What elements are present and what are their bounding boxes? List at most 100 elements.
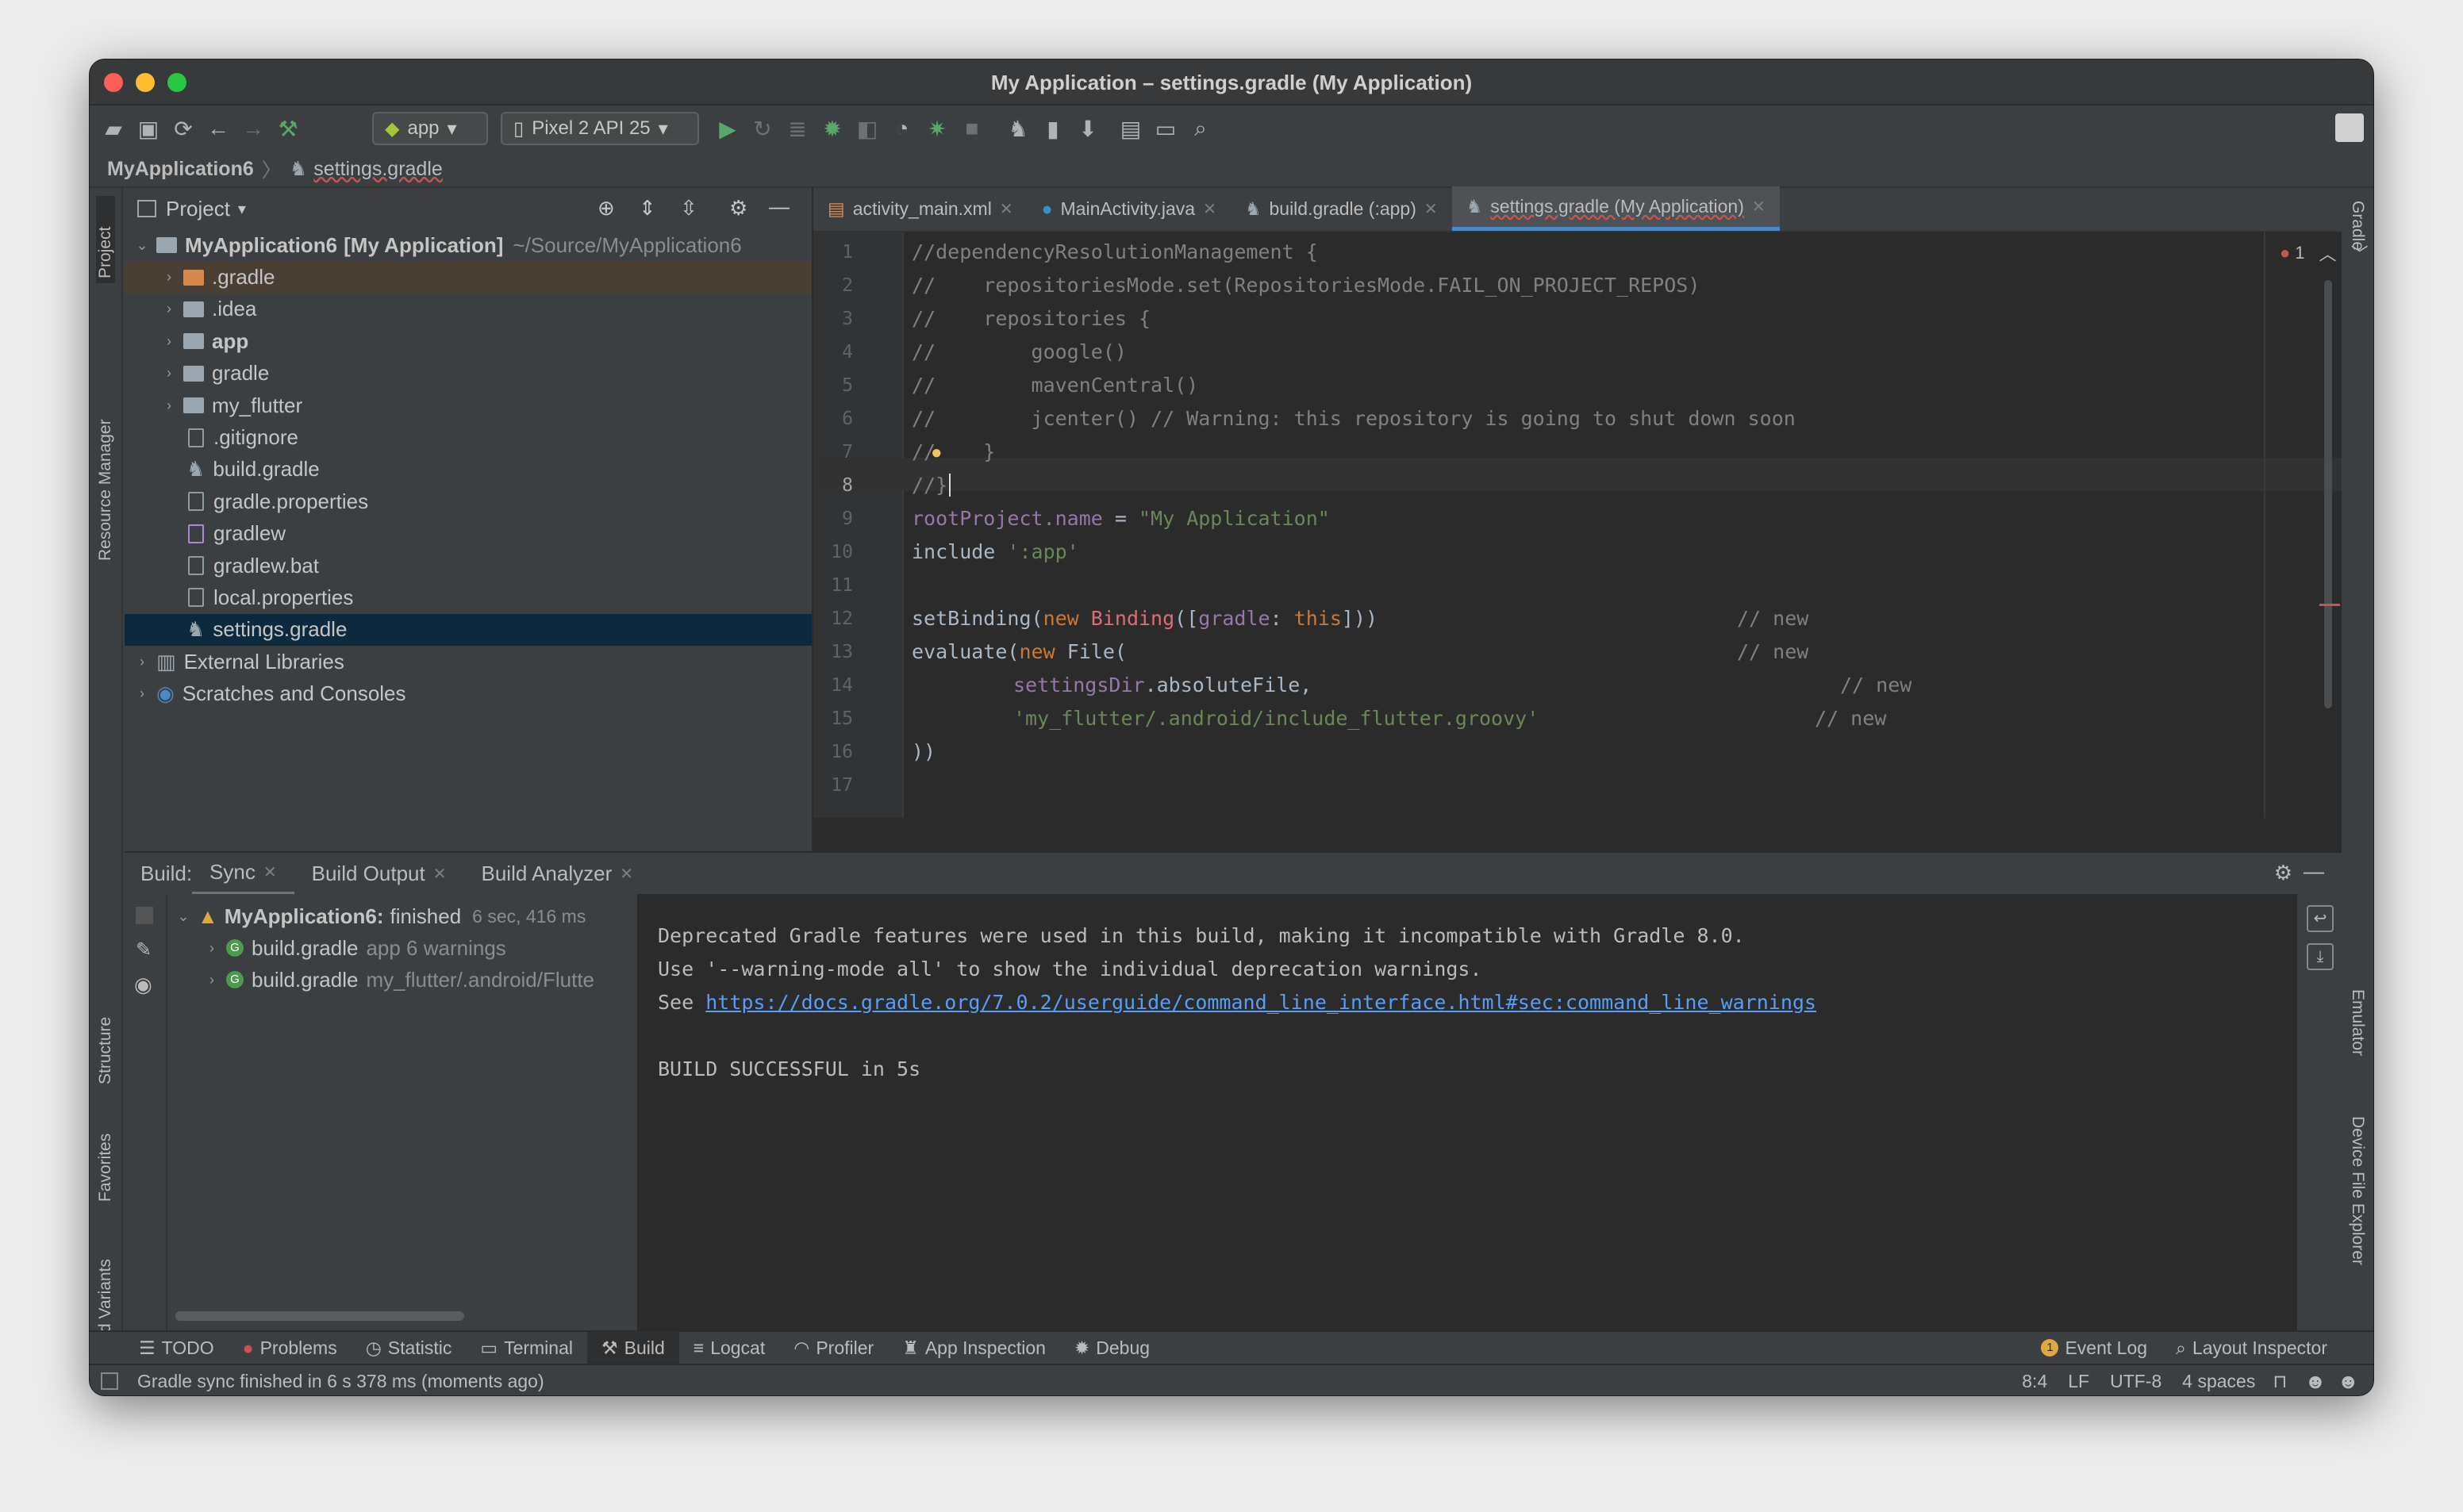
tool-debug[interactable]: ✹ Debug [1060, 1331, 1164, 1364]
tree-item-gradle[interactable]: › gradle [125, 358, 812, 390]
chevron-right-icon[interactable]: › [134, 654, 150, 670]
code-line-9[interactable]: rootProject.name = "My Application" [912, 507, 1330, 530]
tab-sync[interactable]: Sync ✕ [192, 852, 294, 895]
tool-profiler[interactable]: ◠ Profiler [779, 1331, 888, 1364]
caret-position[interactable]: 8:4 [2022, 1371, 2047, 1392]
close-icon[interactable]: ✕ [1424, 199, 1438, 219]
stop-icon[interactable] [136, 907, 153, 924]
build-hammer-icon[interactable]: ⚒ [271, 111, 305, 146]
build-tree-item[interactable]: › G build.gradle my_flutter/.android/Flu… [204, 964, 639, 996]
sdk-manager-icon[interactable]: ⬇ [1070, 111, 1105, 146]
lock-icon[interactable]: ⊓ [2273, 1371, 2287, 1392]
close-icon[interactable]: ✕ [433, 864, 447, 884]
debug-icon[interactable]: ✹ [815, 111, 850, 146]
tab-build-gradle-app[interactable]: ♞ build.gradle (:app) ✕ [1231, 186, 1452, 231]
eye-icon[interactable]: ◉ [134, 973, 166, 997]
device-file-explorer-tool-tab[interactable]: Device File Explorer [2348, 1116, 2367, 1307]
feedback-icon[interactable]: ☻ [2338, 1369, 2359, 1394]
editor-scrollbar[interactable] [2324, 280, 2332, 708]
code-line-6[interactable]: // jcenter() // Warning: this repository… [912, 407, 1796, 430]
project-panel-title[interactable]: Project [166, 197, 230, 221]
indent-setting[interactable]: 4 spaces [2182, 1371, 2255, 1392]
tree-item-external-libraries[interactable]: › ▥ External Libraries [125, 646, 812, 677]
chevron-right-icon[interactable]: › [204, 972, 220, 988]
code-line-3[interactable]: // repositories { [912, 307, 1151, 330]
tree-item-gradlew[interactable]: gradlew [125, 518, 812, 550]
scroll-to-end-icon[interactable]: ⤓ [2307, 943, 2334, 970]
tree-root[interactable]: ⌄ MyApplication6 [My Application] ~/Sour… [125, 229, 812, 261]
resource-manager-tool-tab[interactable]: Resource Manager [96, 378, 115, 561]
pin-icon[interactable]: ✎ [136, 938, 166, 961]
attach-debugger-icon[interactable]: ✷ [920, 111, 955, 146]
soft-wrap-icon[interactable]: ↩ [2307, 905, 2334, 932]
hide-icon[interactable]: — [2304, 859, 2324, 884]
tree-item-build-gradle[interactable]: ♞ build.gradle [125, 454, 812, 485]
apply-code-changes-icon[interactable]: ≣ [780, 111, 815, 146]
chevron-right-icon[interactable]: › [161, 397, 177, 414]
tab-build-analyzer[interactable]: Build Analyzer ✕ [463, 852, 651, 895]
tree-item-gitignore[interactable]: .gitignore [125, 421, 812, 453]
gear-icon[interactable]: ⚙ [729, 196, 747, 221]
stop-icon[interactable]: ■ [955, 111, 989, 146]
tool-problems[interactable]: ● Problems [229, 1331, 352, 1364]
close-icon[interactable]: ✕ [620, 864, 633, 884]
chevron-down-icon[interactable]: ▾ [238, 199, 246, 219]
tab-settings-gradle[interactable]: ♞ settings.gradle (My Application) ✕ [1451, 186, 1780, 231]
chevron-down-icon[interactable]: ⌄ [134, 237, 150, 254]
user-avatar[interactable] [2335, 113, 2364, 142]
tool-statistic[interactable]: ◷ Statistic [352, 1331, 467, 1364]
chevron-up-icon[interactable]: ︿ [2319, 240, 2337, 266]
status-message[interactable]: Gradle sync finished in 6 s 378 ms (mome… [137, 1371, 544, 1392]
line-separator[interactable]: LF [2068, 1371, 2089, 1392]
project-tool-tab[interactable]: Project [96, 196, 115, 283]
device-select[interactable]: ▯ Pixel 2 API 25 ▾ [501, 112, 699, 145]
code-line-7[interactable]: // } [912, 440, 995, 463]
chevron-right-icon[interactable]: › [161, 269, 177, 286]
code-line-15[interactable]: 'my_flutter/.android/include_flutter.gro… [1013, 707, 1539, 730]
inspection-widget[interactable]: ● 1 ︿ ﹀ [2280, 240, 2369, 266]
code-line-13[interactable]: evaluate(new File( [912, 640, 1127, 663]
sync-icon[interactable]: ⟳ [166, 111, 201, 146]
tab-main-activity-java[interactable]: ● MainActivity.java ✕ [1028, 186, 1231, 231]
code-line-10[interactable]: include ':app' [912, 540, 1079, 563]
gradle-sync-icon[interactable]: ♞ [1001, 111, 1036, 146]
gear-icon[interactable]: ⚙ [2274, 861, 2292, 885]
breadcrumb-project[interactable]: MyApplication6 [107, 158, 254, 181]
tool-app-inspection[interactable]: ♜ App Inspection [888, 1331, 1060, 1364]
hide-icon[interactable]: — [769, 194, 790, 219]
avd-manager-icon[interactable]: ▮ [1036, 111, 1070, 146]
save-icon[interactable]: ▣ [131, 111, 166, 146]
tool-logcat[interactable]: ≡ Logcat [679, 1331, 779, 1364]
tree-item-app[interactable]: › app [125, 325, 812, 357]
close-icon[interactable]: ✕ [1752, 197, 1766, 217]
profile-icon[interactable]: ◔ [885, 111, 920, 146]
code-line-8[interactable]: //} [912, 474, 951, 497]
tool-windows-toggle-icon[interactable] [101, 1372, 118, 1390]
project-structure-icon[interactable]: ▤ [1113, 111, 1148, 146]
tab-build-output[interactable]: Build Output ✕ [294, 852, 464, 895]
terminal-window-icon[interactable]: ▭ [1148, 111, 1183, 146]
tree-item-scratches[interactable]: › ◉ Scratches and Consoles [125, 677, 812, 709]
face-icon[interactable]: ☻ [2304, 1369, 2326, 1394]
close-icon[interactable]: ✕ [1000, 199, 1013, 219]
code-line-14[interactable]: settingsDir.absoluteFile, [1013, 673, 1312, 697]
code-line-16[interactable]: )) [912, 740, 936, 763]
lightbulb-icon[interactable]: ● [931, 442, 943, 464]
chevron-down-icon[interactable]: ﹀ [2351, 240, 2369, 266]
tree-item-gradle-properties[interactable]: gradle.properties [125, 485, 812, 517]
error-stripe-marker[interactable] [2319, 604, 2340, 606]
forward-icon[interactable]: → [236, 111, 271, 146]
search-icon[interactable]: ⌕ [1183, 111, 1218, 146]
emulator-tool-tab[interactable]: Emulator [2348, 989, 2367, 1092]
docs-link[interactable]: https://docs.gradle.org/7.0.2/userguide/… [705, 991, 1816, 1014]
chevron-right-icon[interactable]: › [161, 333, 177, 350]
close-icon[interactable]: ✕ [263, 862, 277, 882]
chevron-right-icon[interactable]: › [161, 301, 177, 317]
favorites-tool-tab[interactable]: Favorites [96, 1099, 115, 1202]
code-line-2[interactable]: // repositoriesMode.set(RepositoriesMode… [912, 274, 1700, 297]
collapse-all-icon[interactable]: ⇳ [680, 196, 697, 221]
tool-todo[interactable]: ☰ TODO [125, 1331, 229, 1364]
back-icon[interactable]: ← [201, 111, 236, 146]
build-tree-item[interactable]: › G build.gradle app 6 warnings [204, 932, 506, 964]
chevron-right-icon[interactable]: › [204, 940, 220, 957]
